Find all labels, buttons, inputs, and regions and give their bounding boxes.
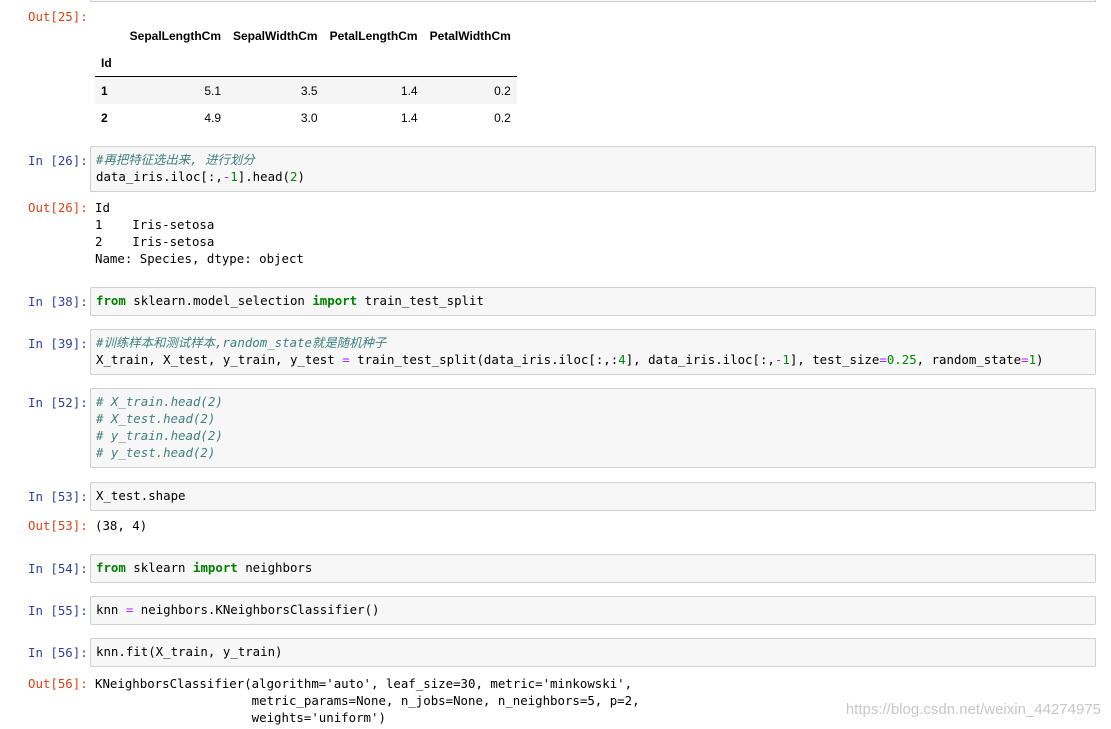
out-prompt-26: Out[26]: [28, 200, 88, 215]
in-prompt-39: In [39]: [28, 336, 88, 351]
column-header: PetalWidthCm [429, 28, 511, 43]
table-cell: 3.5 [300, 83, 318, 98]
code-cell-38[interactable]: from sklearn.model_selection import trai… [90, 287, 1096, 316]
row-index: 2 [101, 110, 108, 125]
column-header: SepalLengthCm [129, 28, 221, 43]
output-text: 1 Iris-setosa [95, 217, 215, 232]
in-prompt-56: In [56]: [28, 645, 88, 660]
dataframe-table: SepalLengthCm SepalWidthCm PetalLengthCm… [95, 22, 517, 131]
output-text: Name: Species, dtype: object [95, 251, 304, 266]
code-cell-53[interactable]: X_test.shape [90, 482, 1096, 511]
table-cell: 4.9 [204, 110, 221, 125]
in-prompt-38: In [38]: [28, 294, 88, 309]
code-cell-52[interactable]: # X_train.head(2) # X_test.head(2) # y_t… [90, 388, 1096, 468]
index-name: Id [95, 49, 121, 77]
code-cell-26[interactable]: #再把特征选出来, 进行划分 data_iris.iloc[:,-1].head… [90, 146, 1096, 192]
table-row: 2 4.9 3.0 1.4 0.2 [95, 104, 517, 131]
output-text: weights='uniform') [95, 710, 386, 725]
in-prompt-26: In [26]: [28, 153, 88, 168]
table-cell: 0.2 [494, 110, 511, 125]
column-header: SepalWidthCm [233, 28, 318, 43]
output-text: 2 Iris-setosa [95, 234, 215, 249]
code-comment: #训练样本和测试样本,random_state就是随机种子 [96, 335, 387, 350]
in-prompt-53: In [53]: [28, 489, 88, 504]
row-index: 1 [101, 83, 108, 98]
table-cell: 1.4 [400, 83, 418, 98]
table-row: 1 5.1 3.5 1.4 0.2 [95, 76, 517, 104]
out-prompt-53: Out[53]: [28, 518, 88, 533]
output-text: Id [95, 200, 110, 215]
table-cell: 0.2 [494, 83, 511, 98]
watermark: https://blog.csdn.net/weixin_44274975 [845, 701, 1101, 718]
column-header: PetalLengthCm [329, 28, 418, 43]
code-cell-55[interactable]: knn = neighbors.KNeighborsClassifier() [90, 596, 1096, 625]
in-prompt-55: In [55]: [28, 603, 88, 618]
out-prompt-56: Out[56]: [28, 676, 88, 691]
table-cell: 5.1 [204, 83, 221, 98]
in-prompt-54: In [54]: [28, 561, 88, 576]
out-prompt-25: Out[25]: [28, 9, 88, 24]
output-text: (38, 4) [95, 518, 148, 533]
code-comment: #再把特征选出来, 进行划分 [96, 152, 255, 167]
code-cell-39[interactable]: #训练样本和测试样本,random_state就是随机种子 X_train, X… [90, 329, 1096, 375]
output-text: metric_params=None, n_jobs=None, n_neigh… [95, 693, 640, 708]
table-cell: 3.0 [300, 110, 318, 125]
code-cell-56[interactable]: knn.fit(X_train, y_train) [90, 638, 1096, 667]
output-text: KNeighborsClassifier(algorithm='auto', l… [95, 676, 633, 691]
code-cell-54[interactable]: from sklearn import neighbors [90, 554, 1096, 583]
previous-cell-input[interactable] [90, 0, 1096, 2]
table-cell: 1.4 [400, 110, 418, 125]
in-prompt-52: In [52]: [28, 395, 88, 410]
